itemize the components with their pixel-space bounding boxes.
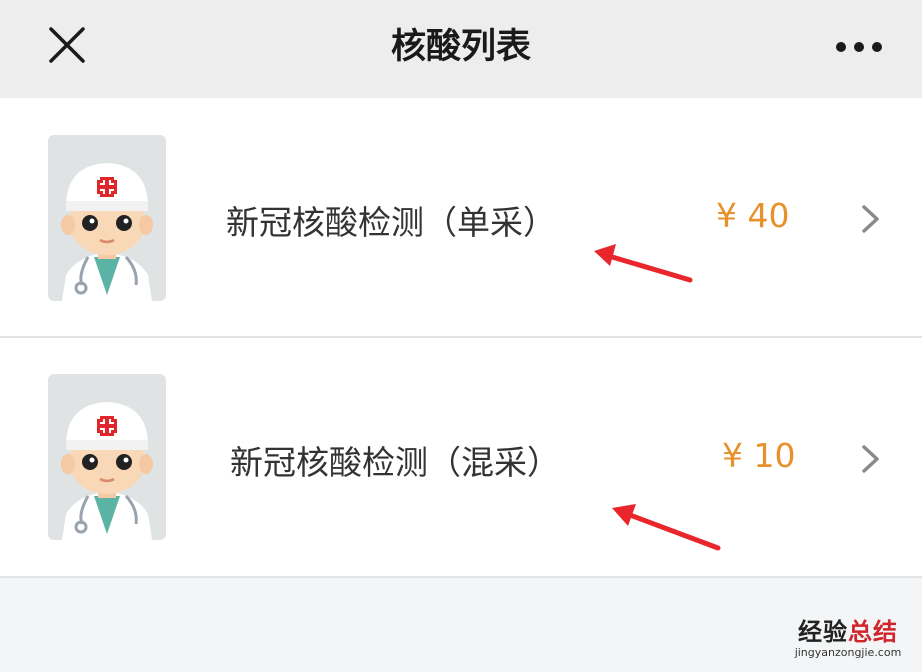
watermark-logo: 经验总结: [798, 618, 898, 646]
list-item-single[interactable]: 新冠核酸检测（单采） ¥ 40: [0, 98, 922, 336]
chevron-right-icon: [862, 445, 879, 473]
item-price: ¥ 10: [722, 436, 796, 475]
doctor-avatar-icon: [48, 374, 166, 540]
nav-bar: 核酸列表: [0, 0, 922, 98]
item-name: 新冠核酸检测（单采）: [226, 203, 556, 242]
more-horizontal-icon[interactable]: [830, 30, 888, 64]
test-list: 新冠核酸检测（单采） ¥ 40 新冠核酸检测（混采） ¥ 10: [0, 98, 922, 576]
annotation-arrow-icon: [612, 504, 721, 551]
chevron-right-icon: [862, 205, 879, 233]
annotation-arrow-icon: [594, 244, 693, 283]
doctor-avatar-icon: [48, 135, 166, 301]
item-price: ¥ 40: [716, 196, 790, 235]
list-item-pooled[interactable]: 新冠核酸检测（混采） ¥ 10: [0, 338, 922, 576]
page-title: 核酸列表: [390, 27, 531, 67]
list-bottom-divider: [0, 576, 922, 578]
item-name: 新冠核酸检测（混采）: [230, 443, 560, 482]
watermark: 经验总结 jingyanzongjie.com: [778, 618, 918, 660]
watermark-url: jingyanzongjie.com: [794, 646, 902, 659]
